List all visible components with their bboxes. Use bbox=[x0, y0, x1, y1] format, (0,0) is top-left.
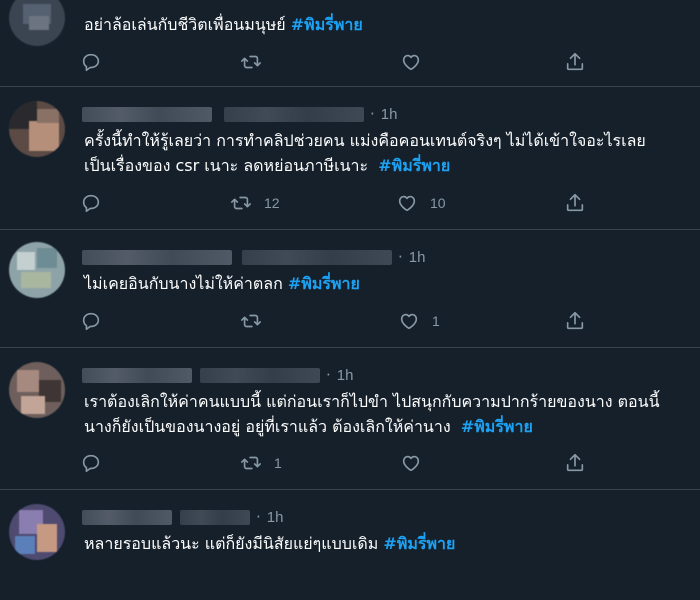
tweet-text: เราต้องเลิกให้ค่าคนแบบนี้ แต่ก่อนเราก็ไป… bbox=[84, 392, 660, 436]
tweet-2[interactable]: · 1h ไม่เคยอินกับนางไม่ให้ค่าตลก #พิมรี่… bbox=[0, 230, 700, 348]
hashtag-link[interactable]: #พิมรี่พาย bbox=[461, 417, 533, 436]
like-button[interactable]: 1 bbox=[398, 310, 440, 332]
display-name[interactable] bbox=[82, 509, 172, 525]
share-button[interactable] bbox=[564, 452, 586, 474]
hashtag-link[interactable]: #พิมรี่พาย bbox=[383, 534, 455, 553]
reply-button[interactable] bbox=[80, 192, 102, 214]
like-icon bbox=[400, 452, 422, 474]
like-count: 10 bbox=[430, 195, 446, 211]
retweet-button[interactable]: 1 bbox=[240, 452, 282, 474]
avatar[interactable] bbox=[9, 101, 65, 157]
reply-button[interactable] bbox=[80, 51, 114, 73]
tweet-actions: 1 bbox=[80, 452, 600, 476]
timestamp[interactable]: 1h bbox=[409, 249, 426, 266]
timestamp[interactable]: 1h bbox=[337, 367, 354, 384]
retweet-count: 12 bbox=[264, 195, 280, 211]
retweet-count: 1 bbox=[274, 455, 282, 471]
like-icon bbox=[396, 192, 418, 214]
username[interactable] bbox=[180, 509, 250, 525]
retweet-icon bbox=[240, 51, 262, 73]
retweet-icon bbox=[230, 192, 252, 214]
username[interactable] bbox=[200, 367, 320, 383]
reply-button[interactable] bbox=[80, 310, 102, 332]
username[interactable] bbox=[224, 106, 364, 122]
separator-dot: · bbox=[256, 508, 261, 526]
share-icon bbox=[564, 310, 586, 332]
tweet-actions bbox=[80, 51, 600, 75]
share-button[interactable] bbox=[564, 192, 586, 214]
like-icon bbox=[398, 310, 420, 332]
like-button[interactable] bbox=[400, 452, 434, 474]
tweet-text: ไม่เคยอินกับนางไม่ให้ค่าตลก #พิมรี่พาย bbox=[84, 274, 360, 293]
tweet-actions: 1 bbox=[80, 310, 600, 334]
retweet-icon bbox=[240, 452, 262, 474]
like-button[interactable] bbox=[400, 51, 434, 73]
reply-icon bbox=[80, 452, 102, 474]
tweet-0[interactable]: อย่าล้อเล่นกับชีวิตเพื่อนมนุษย์ #พิมรี่พ… bbox=[0, 0, 700, 87]
reply-icon bbox=[80, 192, 102, 214]
avatar[interactable] bbox=[9, 362, 65, 418]
display-name[interactable] bbox=[82, 367, 192, 383]
avatar[interactable] bbox=[9, 0, 65, 46]
tweet-text: ครั้งนี้ทำให้รู้เลยว่า การทำคลิปช่วยคน แ… bbox=[84, 131, 646, 175]
reply-button[interactable] bbox=[80, 452, 102, 474]
timestamp[interactable]: 1h bbox=[267, 509, 284, 526]
tweet-3[interactable]: · 1h เราต้องเลิกให้ค่าคนแบบนี้ แต่ก่อนเร… bbox=[0, 348, 700, 490]
share-icon bbox=[564, 51, 586, 73]
separator-dot: · bbox=[326, 366, 331, 384]
tweet-4[interactable]: · 1h หลายรอบแล้วนะ แต่ก็ยังมีนิสัยแย่ๆแบ… bbox=[0, 490, 700, 600]
username[interactable] bbox=[242, 249, 392, 265]
retweet-icon bbox=[240, 310, 262, 332]
share-icon bbox=[564, 452, 586, 474]
avatar[interactable] bbox=[9, 242, 65, 298]
tweet-text: อย่าล้อเล่นกับชีวิตเพื่อนมนุษย์ #พิมรี่พ… bbox=[84, 15, 363, 34]
tweet-text: หลายรอบแล้วนะ แต่ก็ยังมีนิสัยแย่ๆแบบเดิม… bbox=[84, 534, 456, 553]
retweet-button[interactable]: 12 bbox=[230, 192, 280, 214]
tweet-actions: 12 10 bbox=[80, 192, 600, 216]
share-icon bbox=[564, 192, 586, 214]
retweet-button[interactable] bbox=[240, 51, 274, 73]
timestamp[interactable]: 1h bbox=[381, 106, 398, 123]
share-button[interactable] bbox=[564, 51, 586, 73]
display-name[interactable] bbox=[82, 249, 232, 265]
like-count: 1 bbox=[432, 313, 440, 329]
display-name[interactable] bbox=[82, 106, 212, 122]
like-icon bbox=[400, 51, 422, 73]
separator-dot: · bbox=[370, 105, 375, 123]
retweet-button[interactable] bbox=[240, 310, 274, 332]
hashtag-link[interactable]: #พิมรี่พาย bbox=[288, 274, 360, 293]
reply-icon bbox=[80, 51, 102, 73]
hashtag-link[interactable]: #พิมรี่พาย bbox=[378, 156, 450, 175]
like-button[interactable]: 10 bbox=[396, 192, 446, 214]
avatar[interactable] bbox=[9, 504, 65, 560]
hashtag-link[interactable]: #พิมรี่พาย bbox=[291, 15, 363, 34]
tweet-1[interactable]: · 1h ครั้งนี้ทำให้รู้เลยว่า การทำคลิปช่ว… bbox=[0, 87, 700, 230]
separator-dot: · bbox=[398, 248, 403, 266]
share-button[interactable] bbox=[564, 310, 586, 332]
reply-icon bbox=[80, 310, 102, 332]
